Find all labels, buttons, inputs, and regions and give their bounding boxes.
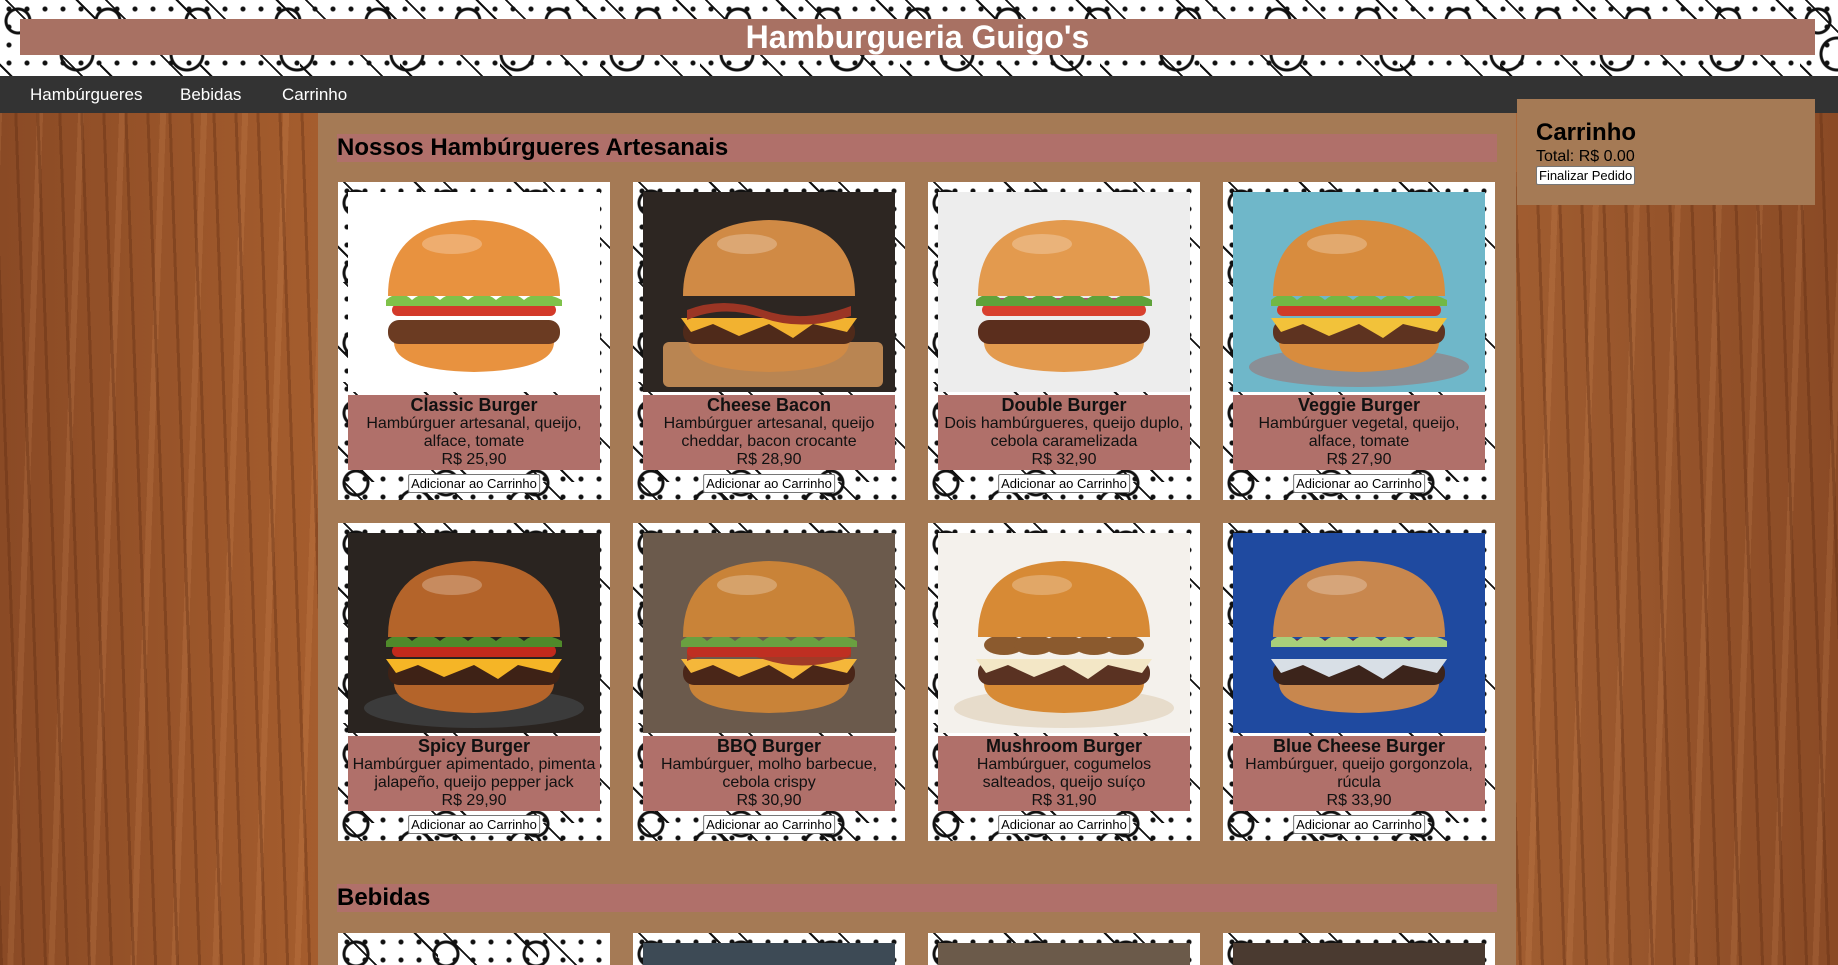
product-price: R$ 28,90 bbox=[736, 451, 802, 468]
product-card: Spicy Burger Hambúrguer apimentado, pimen… bbox=[338, 523, 610, 841]
product-image bbox=[1233, 533, 1485, 733]
product-price: R$ 32,90 bbox=[1031, 451, 1097, 468]
product-info: Classic Burger Hambúrguer artesanal, quei… bbox=[348, 395, 600, 470]
product-description: Hambúrguer apimentado, pimenta jalapeño,… bbox=[352, 756, 596, 791]
product-image bbox=[643, 533, 895, 733]
product-name: Spicy Burger bbox=[417, 736, 531, 756]
product-name: Classic Burger bbox=[410, 395, 538, 415]
product-card: Cheese Bacon Hambúrguer artesanal, queijo… bbox=[633, 182, 905, 500]
add-to-cart-button[interactable]: Adicionar ao Carrinho bbox=[1293, 474, 1425, 493]
add-to-cart-button[interactable]: Adicionar ao Carrinho bbox=[408, 474, 540, 493]
add-to-cart-button[interactable]: Adicionar ao Carrinho bbox=[998, 474, 1130, 493]
drink-image bbox=[938, 943, 1190, 965]
product-card: Classic Burger Hambúrguer artesanal, quei… bbox=[338, 182, 610, 500]
drink-image bbox=[1233, 943, 1485, 965]
product-price: R$ 30,90 bbox=[736, 792, 802, 809]
product-description: Hambúrguer, cogumelos salteados, queijo … bbox=[976, 756, 1152, 791]
product-image bbox=[938, 533, 1190, 733]
product-image bbox=[348, 192, 600, 392]
burger-image bbox=[1233, 533, 1485, 733]
cart-title: Carrinho bbox=[1536, 119, 1637, 146]
product-card: Blue Cheese Burger Hambúrguer, queijo gor… bbox=[1223, 523, 1495, 841]
product-info: Double Burger Dois hambúrgueres, queijo d… bbox=[938, 395, 1190, 470]
add-to-cart-button[interactable]: Adicionar ao Carrinho bbox=[703, 474, 835, 493]
product-image bbox=[1233, 192, 1485, 392]
product-info: BBQ Burger Hambúrguer, molho barbecue, ce… bbox=[643, 736, 895, 811]
add-to-cart-button[interactable]: Adicionar ao Carrinho bbox=[1293, 815, 1425, 834]
add-to-cart-button[interactable]: Adicionar ao Carrinho bbox=[998, 815, 1130, 834]
product-info: Cheese Bacon Hambúrguer artesanal, queijo… bbox=[643, 395, 895, 470]
product-description: Hambúrguer artesanal, queijo cheddar, ba… bbox=[663, 415, 875, 450]
burger-image bbox=[643, 192, 895, 392]
product-description: Hambúrguer artesanal, queijo, alface, to… bbox=[366, 415, 582, 450]
section-title-drinks: Bebidas bbox=[337, 884, 1497, 912]
drink-card bbox=[338, 933, 610, 965]
burger-image bbox=[1233, 192, 1485, 392]
nav-link-bebidas[interactable]: Bebidas bbox=[180, 76, 241, 113]
product-image bbox=[643, 192, 895, 392]
product-card: BBQ Burger Hambúrguer, molho barbecue, ce… bbox=[633, 523, 905, 841]
product-info: Veggie Burger Hambúrguer vegetal, queijo,… bbox=[1233, 395, 1485, 470]
burger-image bbox=[348, 533, 600, 733]
product-name: BBQ Burger bbox=[716, 736, 821, 756]
burger-image bbox=[348, 192, 600, 392]
product-name: Double Burger bbox=[1001, 395, 1127, 415]
product-price: R$ 31,90 bbox=[1031, 792, 1097, 809]
product-card: Veggie Burger Hambúrguer vegetal, queijo,… bbox=[1223, 182, 1495, 500]
checkout-button[interactable]: Finalizar Pedido bbox=[1536, 166, 1636, 185]
site-title: Hamburgueria Guigo's bbox=[20, 19, 1815, 55]
product-info: Mushroom Burger Hambúrguer, cogumelos sal… bbox=[938, 736, 1190, 811]
product-name: Mushroom Burger bbox=[985, 736, 1142, 756]
product-description: Hambúrguer vegetal, queijo, alface, toma… bbox=[1258, 415, 1460, 450]
product-description: Hambúrguer, queijo gorgonzola, rúcula bbox=[1245, 756, 1473, 791]
burger-image bbox=[938, 533, 1190, 733]
product-info: Blue Cheese Burger Hambúrguer, queijo gor… bbox=[1233, 736, 1485, 811]
nav-link-hamburgueres[interactable]: Hambúrgueres bbox=[30, 76, 142, 113]
product-info: Spicy Burger Hambúrguer apimentado, pimen… bbox=[348, 736, 600, 811]
add-to-cart-button[interactable]: Adicionar ao Carrinho bbox=[408, 815, 540, 834]
product-price: R$ 29,90 bbox=[441, 792, 507, 809]
product-name: Veggie Burger bbox=[1297, 395, 1421, 415]
section-title-burgers: Nossos Hambúrgueres Artesanais bbox=[337, 134, 1497, 162]
drink-card bbox=[633, 933, 905, 965]
cart-total: Total: R$ 0.00 bbox=[1536, 148, 1635, 165]
header-banner: Hamburgueria Guigo's bbox=[0, 0, 1838, 76]
product-card: Mushroom Burger Hambúrguer, cogumelos sal… bbox=[928, 523, 1200, 841]
product-price: R$ 27,90 bbox=[1326, 451, 1392, 468]
product-price: R$ 25,90 bbox=[441, 451, 507, 468]
drink-image bbox=[643, 943, 895, 965]
add-to-cart-button[interactable]: Adicionar ao Carrinho bbox=[703, 815, 835, 834]
cart-panel: Carrinho Total: R$ 0.00 Finalizar Pedido bbox=[1517, 99, 1815, 205]
nav-link-carrinho[interactable]: Carrinho bbox=[282, 76, 347, 113]
product-name: Cheese Bacon bbox=[706, 395, 832, 415]
product-card: Double Burger Dois hambúrgueres, queijo d… bbox=[928, 182, 1200, 500]
drink-card bbox=[1223, 933, 1495, 965]
product-description: Hambúrguer, molho barbecue, cebola crisp… bbox=[660, 756, 878, 791]
drink-card bbox=[928, 933, 1200, 965]
main-content: Nossos Hambúrgueres Artesanais Classic B… bbox=[318, 113, 1516, 965]
burger-image bbox=[938, 192, 1190, 392]
product-name: Blue Cheese Burger bbox=[1272, 736, 1446, 756]
product-image bbox=[938, 192, 1190, 392]
product-price: R$ 33,90 bbox=[1326, 792, 1392, 809]
burger-image bbox=[643, 533, 895, 733]
product-description: Dois hambúrgueres, queijo duplo, cebola … bbox=[944, 415, 1184, 450]
product-image bbox=[348, 533, 600, 733]
